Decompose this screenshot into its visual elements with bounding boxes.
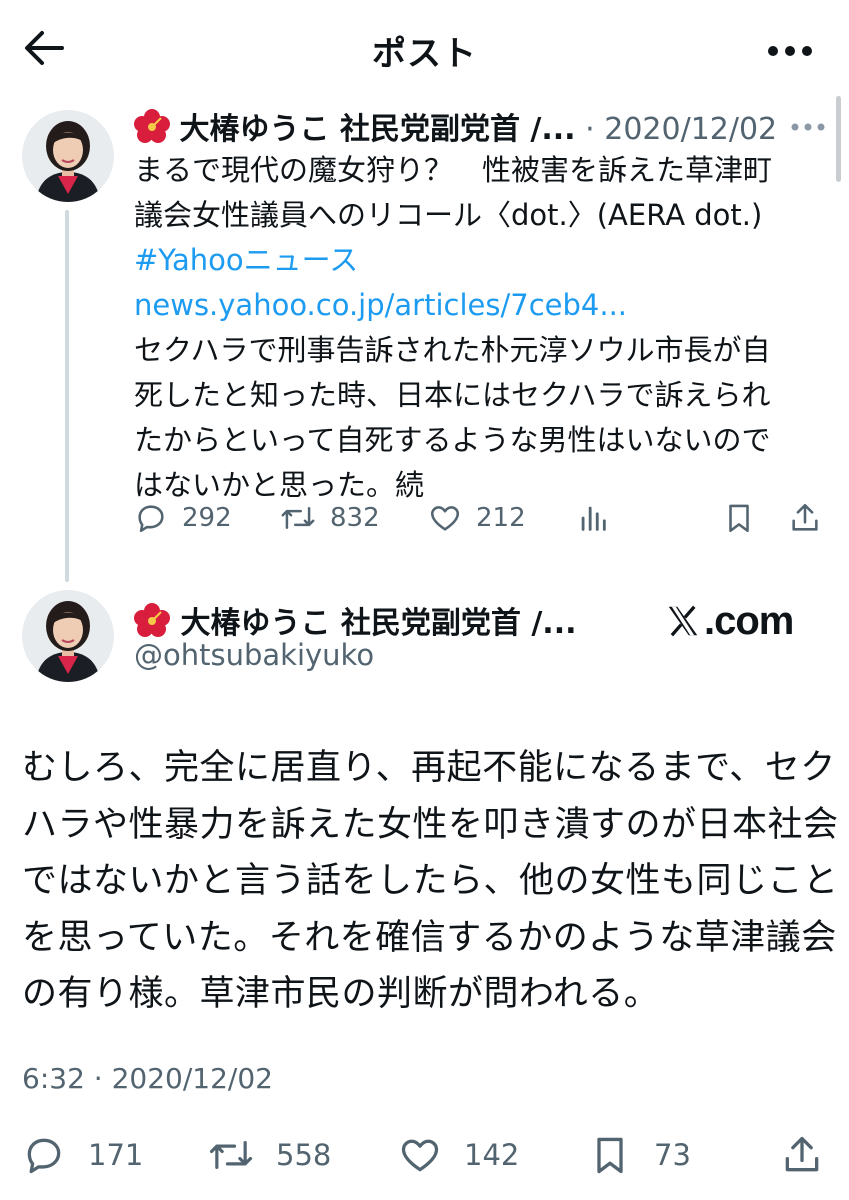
main-post-text: むしろ、完全に居直り、再起不能になるまで、セク ハラや性暴力を訴えた女性を叩き潰…: [22, 740, 839, 1023]
more-horizontal-icon[interactable]: [790, 118, 826, 131]
author-name[interactable]: 大椿ゆうこ 社民党副党首 /...: [180, 606, 576, 641]
post-timestamp[interactable]: 6:32 · 2020/12/02: [22, 1062, 273, 1095]
repost-count: 558: [276, 1138, 332, 1172]
hashtag-link[interactable]: #Yahooニュース: [134, 238, 814, 283]
bookmark-button[interactable]: [722, 496, 756, 540]
like-button[interactable]: 142: [398, 1130, 519, 1180]
post-text-line: 死したと知った時、日本にはセクハラで訴えられ: [134, 378, 771, 412]
main-post-actions: 171 558 142 73: [0, 1130, 849, 1180]
bookmark-count: 73: [654, 1138, 691, 1172]
avatar[interactable]: [22, 110, 114, 202]
x-com-label: .com: [704, 598, 794, 643]
reply-button[interactable]: 292: [134, 496, 232, 540]
quoted-post-header: 大椿ゆうこ 社民党副党首 /... · 2020/12/02: [134, 104, 784, 147]
post-text-line: ではないかと言う話をしたら、他の女性も同じこと: [22, 861, 839, 901]
post-text-line: ハラや性暴力を訴えた女性を叩き潰すのが日本社会: [22, 804, 839, 845]
quoted-post-text: まるで現代の魔女狩り？ 性被害を訴えた草津町 議会女性議員へのリコール〈dot.…: [134, 148, 814, 508]
author-handle[interactable]: @ohtsubakiyuko: [134, 638, 374, 672]
avatar[interactable]: [22, 590, 114, 682]
post-text-line: むしろ、完全に居直り、再起不能になるまで、セク: [22, 748, 836, 788]
x-com-watermark: .com: [664, 596, 804, 646]
reply-icon: [138, 505, 164, 533]
bookmark-button[interactable]: 73: [588, 1130, 691, 1180]
post-date[interactable]: 2020/12/02: [604, 112, 777, 147]
separator-dot: ·: [585, 112, 595, 147]
bookmark-icon: [729, 504, 749, 533]
views-icon: [581, 506, 606, 531]
repost-icon: [281, 507, 315, 529]
quoted-post-actions: 292 832 212: [134, 496, 834, 540]
reply-count: 292: [182, 503, 232, 533]
post-text-line: たからといって自死するような男性はいないので: [134, 423, 771, 457]
views-button[interactable]: [576, 496, 610, 540]
reply-icon: [27, 1138, 61, 1174]
post-text-line: 議会女性議員へのリコール〈dot.〉(AERA dot.): [134, 198, 763, 232]
like-icon: [430, 506, 460, 531]
share-button[interactable]: [788, 496, 822, 540]
like-icon: [401, 1139, 439, 1172]
share-button[interactable]: [780, 1130, 824, 1180]
share-icon: [785, 1136, 819, 1172]
post-text-line: セクハラで刑事告訴された朴元淳ソウル市長が自: [134, 333, 771, 367]
reply-count: 171: [88, 1138, 144, 1172]
share-icon: [792, 503, 818, 531]
post-text-line: の有り様。草津市民の判断が問われる。: [22, 974, 660, 1014]
article-link[interactable]: news.yahoo.co.jp/articles/7ceb4...: [134, 283, 814, 328]
repost-button[interactable]: 832: [280, 496, 380, 540]
repost-button[interactable]: 558: [208, 1130, 331, 1180]
like-button[interactable]: 212: [428, 496, 526, 540]
repost-icon: [209, 1141, 253, 1169]
like-count: 142: [464, 1138, 520, 1172]
hibiscus-icon: [134, 109, 170, 151]
post-text-line: まるで現代の魔女狩り？ 性被害を訴えた草津町: [134, 153, 773, 187]
x-logo-icon: [668, 605, 698, 637]
top-bar: ポスト: [0, 0, 849, 96]
scrollbar[interactable]: [836, 96, 841, 182]
bookmark-icon: [597, 1137, 623, 1174]
reply-button[interactable]: 171: [22, 1130, 143, 1180]
author-name[interactable]: 大椿ゆうこ 社民党副党首 /...: [180, 112, 576, 147]
like-count: 212: [476, 503, 526, 533]
page-title: ポスト: [372, 34, 477, 74]
repost-count: 832: [330, 503, 380, 533]
post-text-line: を思っていた。それを確信するかのような草津議会: [22, 917, 837, 958]
thread-connector-line: [65, 210, 69, 582]
more-horizontal-icon[interactable]: [767, 42, 813, 56]
